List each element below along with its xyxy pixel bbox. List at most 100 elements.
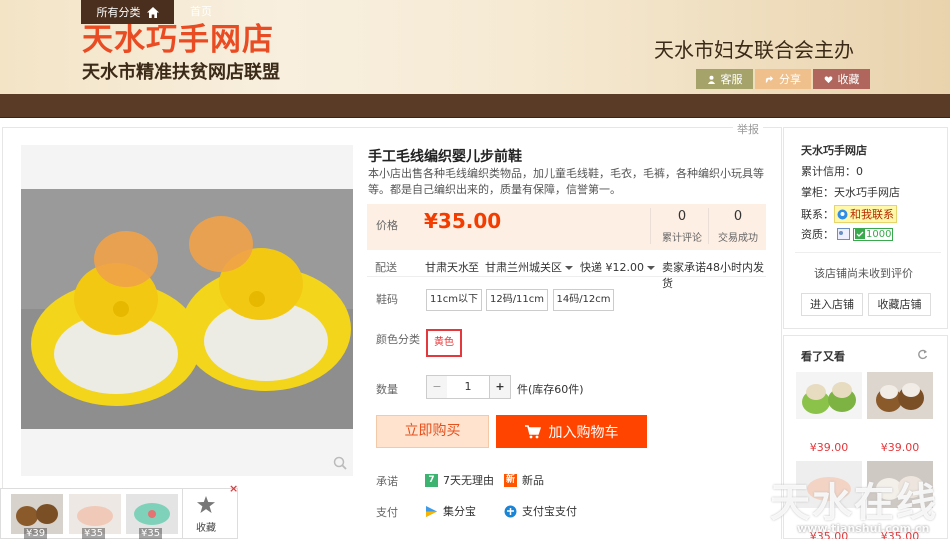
stock-text: 件(库存60件) — [517, 383, 584, 396]
seven-day-icon: 7 — [425, 473, 438, 487]
shipping-label: 配送 — [375, 261, 397, 274]
site-logo-subtitle: 天水市精准扶贫网店联盟 — [82, 62, 280, 83]
favorite-label: 收藏 — [837, 73, 860, 86]
also-viewed-price: ¥39.00 — [809, 441, 849, 454]
promise-new: 新 新品 — [504, 472, 544, 488]
divider — [182, 488, 183, 539]
product-thumbnail — [796, 372, 862, 419]
shop-owner: 掌柜：天水巧手网店 — [801, 184, 900, 200]
size-option[interactable]: 14码/12cm — [553, 289, 614, 311]
also-viewed-item-image[interactable] — [867, 372, 933, 419]
payment-alipay-text: 支付宝支付 — [522, 505, 577, 518]
all-categories-label: 所有分类 — [96, 6, 141, 19]
quantity-label: 数量 — [376, 383, 398, 396]
shop-name[interactable]: 天水巧手网店 — [801, 142, 867, 158]
contact-seller-button[interactable]: 和我联系 — [834, 205, 897, 223]
product-price: ¥35.00 — [424, 209, 502, 233]
favorite-shop-button[interactable]: 收藏店铺 — [868, 293, 931, 316]
shipping-destination-select[interactable]: 甘肃兰州城关区 — [485, 259, 573, 275]
size-option[interactable]: 11cm以下 — [426, 289, 482, 311]
shop-owner-name: 天水巧手网店 — [834, 186, 900, 199]
close-icon[interactable]: × — [229, 482, 238, 495]
reviews-count[interactable]: 0 — [652, 209, 712, 224]
product-main-image[interactable] — [21, 189, 353, 429]
share-icon — [765, 75, 774, 83]
shop-credit: 累计信用：0 — [801, 165, 863, 178]
contact-label: 联系： — [801, 208, 834, 221]
nav-bar — [0, 94, 950, 118]
add-to-cart-label: 加入购物车 — [548, 424, 619, 441]
color-label: 颜色分类 — [376, 333, 420, 346]
chevron-down-icon — [647, 266, 655, 270]
recent-item-price: ¥39 — [24, 528, 48, 539]
shipping-method: 快递 ¥12.00 — [580, 261, 644, 274]
quantity-decrease-button[interactable]: − — [426, 375, 448, 399]
add-to-cart-button[interactable]: 加入购物车 — [496, 415, 647, 448]
organizer-text: 天水市妇女联合会主办 — [654, 38, 854, 62]
id-card-icon — [837, 228, 850, 240]
payment-alipay: 支付宝支付 — [504, 503, 577, 519]
cart-icon — [524, 424, 541, 438]
shipping-row: 配送 甘肃天水 至 甘肃兰州城关区 快递 ¥12.00 卖家承诺48小时内发货 — [367, 252, 766, 290]
color-option-yellow[interactable]: 黄色 — [426, 329, 462, 357]
shop-contact: 联系： 和我联系 — [801, 205, 897, 223]
shipping-destination: 甘肃兰州城关区 — [485, 261, 562, 274]
report-link[interactable]: 举报 — [733, 121, 763, 137]
float-favorite-label[interactable]: 收藏 — [196, 519, 216, 534]
new-item-icon: 新 — [504, 473, 517, 487]
alipay-icon — [504, 505, 517, 517]
shipping-promise: 卖家承诺48小时内发货 — [662, 261, 764, 290]
deposit-icon — [855, 229, 865, 239]
qualification-label: 资质： — [801, 228, 834, 241]
divider — [650, 208, 651, 244]
buy-now-button[interactable]: 立即购买 — [376, 415, 489, 448]
payment-label: 支付 — [376, 506, 398, 519]
watermark-logo: 天水在线 — [770, 480, 938, 526]
shipping-to-word: 至 — [468, 261, 479, 274]
deposit-amount: 1000 — [866, 228, 892, 240]
payment-jifenbao: 集分宝 — [425, 503, 476, 519]
size-option[interactable]: 12码/11cm — [486, 289, 548, 311]
contact-seller-label: 和我联系 — [850, 208, 894, 221]
share-label: 分享 — [779, 73, 801, 86]
shop-owner-label: 掌柜： — [801, 186, 834, 199]
product-description: 本小店出售各种毛线编织类物品，加儿童毛线鞋，毛衣，毛裤，各种编织小玩具等等。都是… — [368, 167, 764, 196]
nav-home-link[interactable]: 首页 — [190, 0, 212, 24]
also-viewed-item-image[interactable] — [796, 372, 862, 419]
also-viewed-price: ¥39.00 — [880, 441, 920, 454]
shipping-from: 甘肃天水 — [425, 261, 469, 274]
product-thumbnail — [867, 372, 933, 419]
trades-count: 0 — [733, 209, 743, 224]
refresh-icon[interactable] — [917, 349, 928, 360]
favorite-button[interactable]: 收藏 — [813, 69, 870, 89]
reviews-label: 累计评论 — [662, 233, 702, 244]
deposit-badge: 1000 — [853, 227, 894, 241]
customer-service-button[interactable]: 客服 — [696, 69, 753, 89]
user-icon — [707, 75, 715, 84]
watermark-url: www.tianshui.com.cn — [797, 522, 930, 535]
chevron-down-icon — [565, 266, 573, 270]
promise-7days: 7 7天无理由 — [425, 472, 494, 488]
all-categories-menu[interactable]: 所有分类 — [81, 0, 174, 24]
also-viewed-title: 看了又看 — [801, 350, 845, 363]
no-reviews-text: 该店铺尚未收到评价 — [814, 267, 913, 280]
star-icon[interactable] — [197, 496, 215, 513]
quantity-increase-button[interactable]: + — [489, 375, 511, 399]
heart-icon — [824, 75, 832, 83]
zoom-icon[interactable] — [333, 456, 347, 470]
recent-item-price: ¥35 — [139, 528, 163, 539]
promise-label: 承诺 — [376, 475, 398, 488]
divider — [795, 252, 941, 253]
chat-icon — [837, 209, 848, 219]
shipping-method-select[interactable]: 快递 ¥12.00 — [580, 259, 655, 275]
home-icon — [146, 6, 159, 18]
quantity-input[interactable]: 1 — [447, 375, 489, 399]
recent-item-price: ¥35 — [82, 528, 106, 539]
share-button[interactable]: 分享 — [755, 69, 811, 89]
product-title: 手工毛线编织婴儿步前鞋 — [368, 149, 522, 165]
size-label: 鞋码 — [376, 293, 398, 306]
promise-new-text: 新品 — [522, 474, 544, 487]
enter-shop-button[interactable]: 进入店铺 — [801, 293, 863, 316]
customer-service-label: 客服 — [720, 73, 743, 86]
payment-jifenbao-text: 集分宝 — [443, 505, 476, 518]
